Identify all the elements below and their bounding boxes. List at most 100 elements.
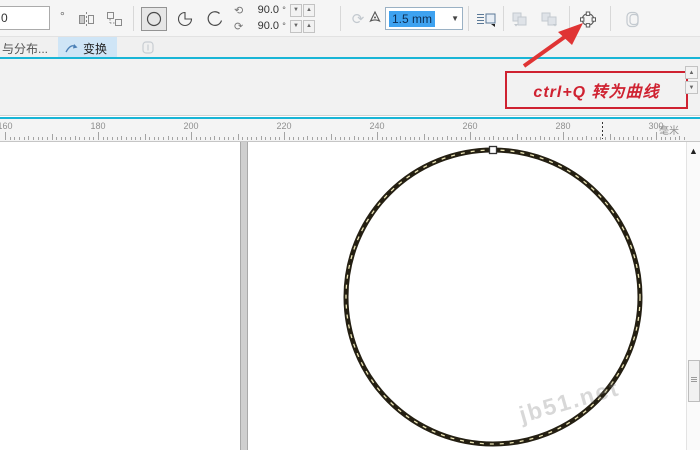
ruler-tick	[74, 136, 76, 140]
ruler-tick	[586, 136, 588, 140]
ruler-tick	[70, 137, 72, 140]
ruler-tick	[516, 134, 518, 140]
ruler-tick	[23, 137, 25, 140]
ruler-tick	[256, 137, 258, 140]
scrollbar-thumb[interactable]	[688, 360, 700, 402]
ruler-tick	[377, 132, 378, 140]
ruler-tick	[493, 136, 495, 140]
scrollbar-grip	[691, 377, 697, 378]
order-objects-button[interactable]	[102, 7, 126, 31]
horizontal-ruler[interactable]: 毫米 160180200220240260280300	[0, 119, 700, 142]
ruler-label: 160	[0, 121, 13, 131]
outline-width-value: 1.5 mm	[389, 10, 436, 27]
ruler-tick	[497, 137, 499, 140]
ruler-tick	[386, 137, 388, 140]
ruler-tick	[507, 137, 509, 140]
rotate-cw-icon: ⟳	[234, 20, 244, 33]
rotation-x-unit: °	[282, 5, 286, 15]
ruler-tick	[293, 137, 295, 140]
vertical-scrollbar[interactable]: ▲	[686, 142, 700, 450]
rotation-y-up-button[interactable]: ▲	[303, 19, 315, 33]
wrap-text-button[interactable]	[472, 7, 500, 31]
ruler-tick	[423, 134, 425, 140]
ruler-tick	[130, 137, 132, 140]
ruler-tick	[358, 137, 360, 140]
ruler-tick	[390, 137, 392, 140]
ruler-tick	[321, 137, 323, 140]
ruler-tick	[479, 137, 481, 140]
ruler-tick	[102, 137, 104, 140]
ruler-tick	[32, 137, 34, 140]
ruler-tick	[51, 134, 53, 140]
ruler-tick	[404, 137, 406, 140]
ungroup-disabled-button[interactable]	[536, 7, 562, 31]
tab-transform-label: 变换	[83, 41, 108, 56]
ruler-tick	[353, 136, 355, 140]
panel-scroll-up-button[interactable]: ▲	[685, 66, 698, 79]
ruler-tick	[521, 137, 523, 140]
ruler-tick	[191, 132, 192, 140]
convert-to-curves-button[interactable]	[574, 7, 602, 31]
ruler-tick	[107, 137, 109, 140]
group-disabled-button[interactable]	[507, 7, 533, 31]
ruler-tick	[400, 136, 402, 140]
panel-scroll-down-button[interactable]: ▼	[685, 81, 698, 94]
outline-pen-button[interactable]	[366, 7, 384, 31]
rotation-x-value[interactable]: 90.0	[249, 4, 279, 16]
ruler-tick	[609, 134, 611, 140]
ruler-tick	[544, 137, 546, 140]
ruler-tick	[60, 137, 62, 140]
rotation-x-up-button[interactable]: ▲	[303, 3, 315, 17]
rotation-y-row: ⟳ 90.0 ° ▼ ▲	[234, 18, 336, 34]
outline-width-combobox[interactable]: 1.5 mm ▼	[385, 7, 463, 30]
arc-mode-button[interactable]	[202, 7, 228, 31]
ruler-label: 180	[90, 121, 106, 131]
ruler-tick	[65, 137, 67, 140]
drawing-canvas[interactable]: jb51.net ▲	[0, 142, 700, 450]
ruler-tick	[270, 137, 272, 140]
dropdown-arrow-icon[interactable]: ▼	[451, 14, 459, 23]
ruler-tick	[628, 137, 630, 140]
ruler-tick	[563, 132, 564, 140]
ruler-tick	[163, 137, 165, 140]
ruler-tick	[665, 137, 667, 140]
ruler-tick	[88, 137, 90, 140]
annotation-text: ctrl+Q 转为曲线	[533, 84, 660, 101]
ruler-tick	[56, 137, 58, 140]
angle-input[interactable]	[0, 6, 50, 30]
ruler-tick	[679, 136, 681, 140]
group-objects-icon	[512, 12, 527, 27]
ruler-tick	[260, 136, 262, 140]
rotation-y-down-button[interactable]: ▼	[290, 19, 302, 33]
ellipse-node-handle[interactable]	[488, 145, 498, 155]
ruler-tick	[483, 137, 485, 140]
rotation-y-value[interactable]: 90.0	[249, 20, 279, 32]
mirror-horizontal-button[interactable]	[74, 7, 98, 31]
ruler-tick	[200, 137, 202, 140]
ruler-tick	[437, 137, 439, 140]
ruler-tick	[121, 136, 123, 140]
toolbar-separator	[340, 6, 341, 31]
pie-mode-button[interactable]	[172, 7, 198, 31]
ruler-tick	[646, 137, 648, 140]
ruler-tick	[181, 137, 183, 140]
ruler-tick	[344, 137, 346, 140]
ruler-tick	[642, 137, 644, 140]
ruler-label: 240	[369, 121, 385, 131]
toolbar-separator	[569, 6, 570, 31]
ruler-tick	[149, 137, 151, 140]
ruler-tick	[218, 137, 220, 140]
ruler-tick	[265, 137, 267, 140]
ruler-tick	[223, 137, 225, 140]
ruler-tick	[28, 136, 30, 140]
toolbar-separator	[610, 6, 611, 31]
docker-panel: ctrl+Q 转为曲线 ▲ ▼	[0, 59, 700, 116]
ruler-tick	[600, 137, 602, 140]
ellipse-mode-button[interactable]	[141, 7, 167, 31]
tab-align-distribute[interactable]: 与分布...	[2, 40, 48, 57]
rotation-spinners: ⟲ 90.0 ° ▼ ▲ ⟳ 90.0 ° ▼ ▲	[234, 2, 336, 36]
scrollbar-up-arrow-icon[interactable]: ▲	[689, 146, 698, 156]
outline-disabled-button[interactable]	[620, 7, 648, 31]
rotation-x-down-button[interactable]: ▼	[290, 3, 302, 17]
tab-transform[interactable]: 变换	[58, 37, 118, 57]
